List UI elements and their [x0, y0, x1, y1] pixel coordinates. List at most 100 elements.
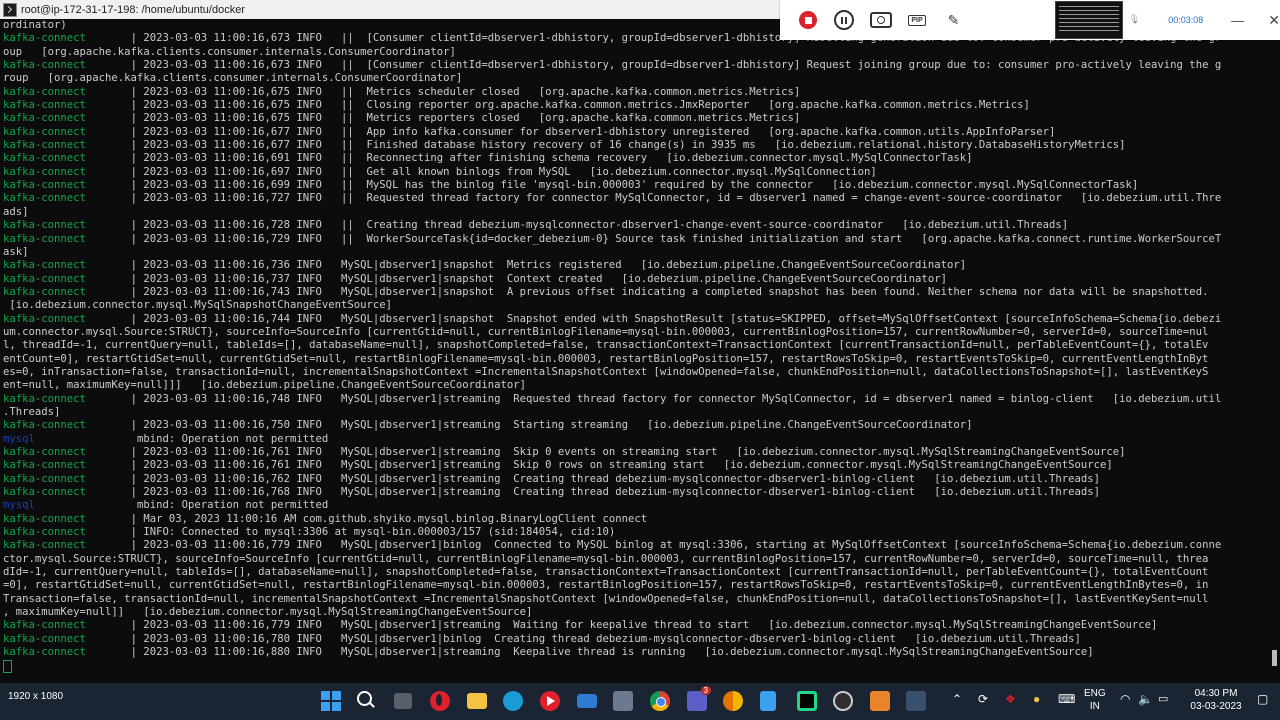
wifi-icon[interactable]: ◠	[1120, 693, 1130, 706]
camera-button[interactable]	[869, 7, 893, 33]
camera-icon	[869, 12, 892, 28]
log-text: | 2023-03-03 11:00:16,697 INFO || Get al…	[85, 165, 877, 178]
terminal-line: kafka-connect | 2023-03-03 11:00:16,699 …	[3, 179, 1273, 192]
terminal-line: kafka-connect | Mar 03, 2023 11:00:16 AM…	[3, 513, 1273, 526]
terminal-line: um.connector.mysql.Source:STRUCT}, sourc…	[3, 326, 1273, 339]
teams-notification-badge: 3	[700, 686, 711, 695]
log-text: , maximumKey=null]] [io.debezium.connect…	[3, 606, 533, 619]
terminal-line: roup [org.apache.kafka.clients.consumer.…	[3, 72, 1273, 85]
stop-recording-button[interactable]	[796, 7, 820, 33]
terminal-line: oup [org.apache.kafka.clients.consumer.i…	[3, 46, 1273, 59]
terminal-line: kafka-connect | 2023-03-03 11:00:16,780 …	[3, 633, 1273, 646]
keyboard-icon[interactable]: ⌨	[1058, 693, 1075, 706]
terminal-line: kafka-connect | INFO: Connected to mysql…	[3, 526, 1273, 539]
log-text: | 2023-03-03 11:00:16,768 INFO MySQL|dbs…	[85, 486, 1101, 499]
microphone-icon[interactable]: 🎙	[1129, 15, 1140, 25]
pause-button[interactable]	[832, 7, 856, 33]
terminal-line: kafka-connect | 2023-03-03 11:00:16,675 …	[3, 112, 1273, 125]
teams-icon[interactable]: 3	[687, 686, 711, 711]
service-prefix: kafka-connect	[3, 619, 86, 632]
clock[interactable]: 04:30 PM 03-03-2023	[1186, 687, 1246, 713]
screen-recorder-icon[interactable]	[906, 691, 926, 711]
obs-icon[interactable]	[833, 691, 853, 711]
log-text: [io.debezium.connector.mysql.MySqlSnapsh…	[3, 299, 393, 312]
windows-start-icon[interactable]	[321, 691, 341, 711]
terminal-line: kafka-connect | 2023-03-03 11:00:16,779 …	[3, 539, 1273, 552]
chrome-icon[interactable]	[650, 691, 670, 711]
terminal-output[interactable]: ordinator) kafka-connect | 2023-03-03 11:…	[0, 19, 1273, 683]
recording-timer: 00:03:08	[1168, 15, 1204, 25]
search-icon[interactable]	[357, 691, 377, 711]
service-prefix: kafka-connect	[3, 219, 86, 232]
battery-icon[interactable]: ▭	[1158, 693, 1168, 706]
mail-icon[interactable]	[577, 694, 597, 708]
edge-icon[interactable]	[503, 691, 523, 711]
service-prefix: kafka-connect	[3, 419, 86, 432]
terminal-line: kafka-connect | 2023-03-03 11:00:16,677 …	[3, 139, 1273, 152]
notepad-icon[interactable]	[760, 691, 776, 711]
service-prefix: kafka-connect	[3, 526, 86, 539]
log-text: | 2023-03-03 11:00:16,673 INFO || [Consu…	[85, 59, 1222, 72]
terminal-scrollbar[interactable]	[1272, 650, 1277, 666]
draw-button[interactable]: ✎	[941, 7, 965, 33]
service-prefix: kafka-connect	[3, 152, 86, 165]
log-text: | 2023-03-03 11:00:16,691 INFO || Reconn…	[85, 152, 973, 165]
terminal-prompt-line[interactable]	[3, 659, 1273, 673]
terminal-line: kafka-connect | 2023-03-03 11:00:16,768 …	[3, 486, 1273, 499]
service-prefix: kafka-connect	[3, 646, 86, 659]
clock-time: 04:30 PM	[1194, 688, 1238, 699]
windows-taskbar: 1920 x 1080 3 ⌃ ⟳ ❖ ● ⌨ ENG IN ◠ 🔈 ▭ 04:…	[0, 683, 1280, 720]
notification-center-icon[interactable]: ▢	[1257, 693, 1268, 706]
service-prefix: kafka-connect	[3, 125, 86, 138]
service-prefix: kafka-connect	[3, 446, 86, 458]
minimize-button[interactable]: —	[1231, 13, 1244, 28]
service-prefix: kafka-connect	[3, 392, 86, 405]
terminal-line: kafka-connect | 2023-03-03 11:00:16,761 …	[3, 459, 1273, 472]
log-text: roup [org.apache.kafka.clients.consumer.…	[3, 72, 463, 85]
pip-icon: PIP	[908, 14, 926, 26]
pip-button[interactable]: PIP	[905, 7, 929, 33]
terminal-line: entCount=0], restartGtidSet=null, curren…	[3, 353, 1273, 366]
language-line-1: ENG	[1084, 688, 1106, 699]
log-text: .Threads]	[3, 405, 61, 418]
terminal-line: ads]	[3, 206, 1273, 219]
orange-app-icon[interactable]	[870, 691, 890, 711]
log-text: | 2023-03-03 11:00:16,737 INFO MySQL|dbs…	[85, 272, 947, 285]
terminal-line: kafka-connect | 2023-03-03 11:00:16,880 …	[3, 646, 1273, 659]
terminal-line: kafka-connect | 2023-03-03 11:00:16,729 …	[3, 233, 1273, 246]
tray-app-icon-2[interactable]: ❖	[1005, 693, 1016, 706]
terminal-line: l, threadId=-1, currentQuery=null, table…	[3, 339, 1273, 352]
service-prefix: kafka-connect	[3, 259, 86, 272]
language-line-2: IN	[1089, 701, 1100, 712]
terminal-line: kafka-connect | 2023-03-03 11:00:16,728 …	[3, 219, 1273, 232]
log-text: | 2023-03-03 11:00:16,675 INFO || Metric…	[85, 112, 801, 125]
task-view-icon[interactable]	[394, 693, 412, 709]
service-prefix: kafka-connect	[3, 192, 86, 205]
youtube-music-icon[interactable]	[540, 691, 560, 711]
log-text: =0], restartGtidSet=null, currentGtidSet…	[3, 579, 1209, 592]
log-text: | 2023-03-03 11:00:16,761 INFO MySQL|dbs…	[85, 446, 1126, 458]
terminal-line: ent=null, maximumKey=null]]] [io.debeziu…	[3, 379, 1273, 392]
pycharm-icon[interactable]	[797, 691, 817, 711]
log-text: oup [org.apache.kafka.clients.consumer.i…	[3, 45, 456, 58]
file-explorer-icon[interactable]	[467, 693, 487, 709]
log-text: | 2023-03-03 11:00:16,780 INFO MySQL|dbs…	[85, 632, 1081, 645]
snipping-tool-icon[interactable]	[613, 691, 633, 711]
service-prefix: kafka-connect	[3, 165, 86, 178]
tray-app-icon-1[interactable]: ⟳	[978, 693, 988, 706]
terminal-line: dId=-1, currentQuery=null, tableIds=[], …	[3, 566, 1273, 579]
window-title: root@ip-172-31-17-198: /home/ubuntu/dock…	[21, 3, 245, 16]
close-button[interactable]: ✕	[1268, 12, 1280, 29]
language-indicator[interactable]: ENG IN	[1084, 687, 1106, 713]
speaker-icon[interactable]: 🔈	[1138, 693, 1153, 706]
terminal-line: kafka-connect | 2023-03-03 11:00:16,673 …	[3, 59, 1273, 72]
microphone-tray-icon[interactable]: ●	[1033, 693, 1040, 706]
show-hidden-icons-chevron[interactable]: ⌃	[952, 693, 962, 706]
opera-icon[interactable]	[430, 691, 450, 711]
chrome-canary-icon[interactable]	[723, 691, 743, 711]
terminal-line: kafka-connect | 2023-03-03 11:00:16,697 …	[3, 166, 1273, 179]
log-text: Transaction=false, transactionId=null, i…	[3, 592, 1209, 605]
terminal-line: kafka-connect | 2023-03-03 11:00:16,743 …	[3, 286, 1273, 299]
pause-icon	[834, 10, 855, 30]
terminal-line: kafka-connect | 2023-03-03 11:00:16,675 …	[3, 99, 1273, 112]
